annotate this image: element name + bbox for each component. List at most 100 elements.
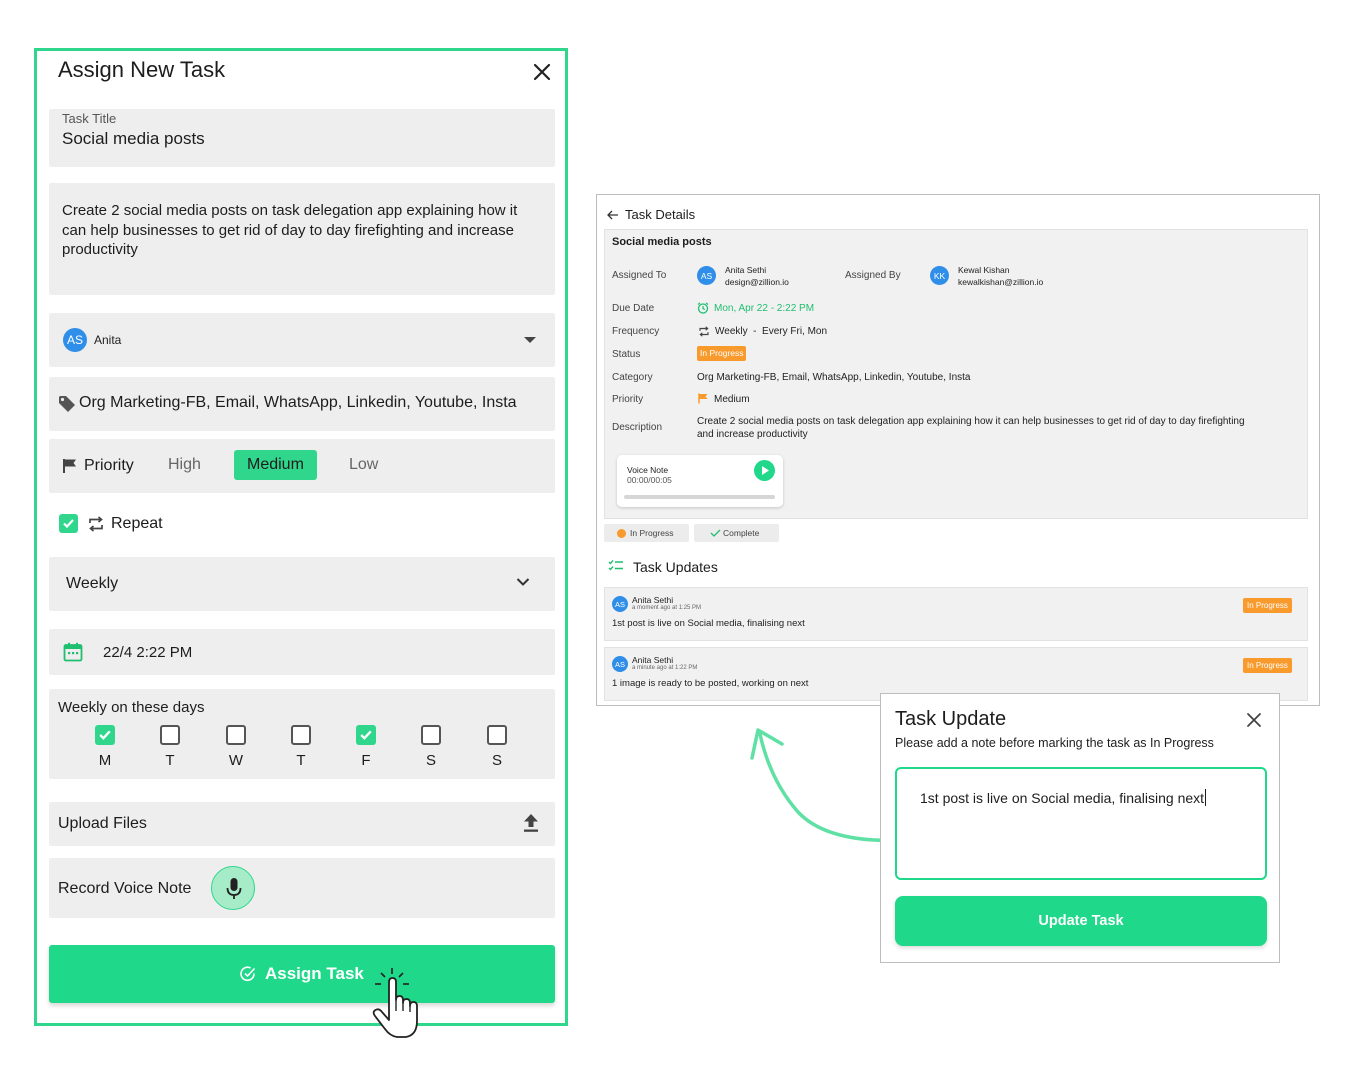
weekday-checkbox[interactable] bbox=[421, 725, 441, 745]
priority-option-medium[interactable]: Medium bbox=[234, 450, 317, 480]
assign-task-button[interactable]: Assign Task bbox=[49, 945, 555, 1003]
text-caret bbox=[1205, 789, 1207, 806]
voice-note-title: Voice Note bbox=[627, 465, 669, 475]
task-title-field[interactable]: Task Title Social media posts bbox=[49, 109, 555, 167]
voice-note-time: 00:00/00:05 bbox=[627, 475, 672, 485]
weekday-saturday[interactable]: S bbox=[419, 725, 443, 769]
weekday-checkbox[interactable] bbox=[95, 725, 115, 745]
complete-button[interactable]: Complete bbox=[694, 524, 779, 542]
frequency-select[interactable]: Weekly bbox=[49, 557, 555, 611]
repeat-toggle[interactable]: Repeat bbox=[59, 513, 359, 535]
voice-note-player: Voice Note 00:00/00:05 bbox=[617, 455, 783, 507]
due-date-value: 22/4 2:22 PM bbox=[103, 644, 193, 661]
upload-icon[interactable] bbox=[522, 813, 540, 833]
dropdown-caret-icon bbox=[524, 337, 536, 343]
weekday-wednesday[interactable]: W bbox=[224, 725, 248, 769]
alarm-icon bbox=[697, 302, 709, 314]
priority-label: Priority bbox=[84, 457, 134, 474]
weekdays-field: Weekly on these days M T W T F S S bbox=[49, 689, 555, 779]
status-label: Status bbox=[612, 349, 641, 360]
weekday-label: W bbox=[228, 752, 244, 769]
category-value: Org Marketing-FB, Email, WhatsApp, Linke… bbox=[697, 372, 971, 383]
priority-value: Medium bbox=[714, 394, 750, 405]
in-progress-button[interactable]: In Progress bbox=[604, 524, 689, 542]
voice-note-label: Record Voice Note bbox=[58, 880, 192, 897]
check-circle-icon bbox=[240, 966, 256, 982]
weekday-checkbox[interactable] bbox=[487, 725, 507, 745]
voice-note-field: Record Voice Note bbox=[49, 858, 555, 918]
weekday-sunday[interactable]: S bbox=[485, 725, 509, 769]
update-status-badge: In Progress bbox=[1243, 598, 1292, 613]
flag-icon bbox=[63, 459, 76, 473]
category-field[interactable]: Org Marketing-FB, Email, WhatsApp, Linke… bbox=[49, 377, 555, 431]
chevron-down-icon bbox=[516, 578, 530, 586]
due-date-value: Mon, Apr 22 - 2:22 PM bbox=[714, 303, 815, 314]
weekday-friday[interactable]: F bbox=[354, 725, 378, 769]
weekday-checkbox[interactable] bbox=[226, 725, 246, 745]
update-item: AS Anita Sethi a moment ago at 1:25 PM 1… bbox=[604, 587, 1308, 641]
priority-option-low[interactable]: Low bbox=[336, 450, 391, 480]
repeat-checkbox[interactable] bbox=[59, 514, 78, 533]
task-description-value: Create 2 social media posts on task dele… bbox=[62, 202, 518, 258]
close-icon[interactable] bbox=[1246, 712, 1262, 728]
checklist-icon bbox=[608, 560, 623, 571]
check-icon bbox=[710, 529, 721, 537]
assigned-by-label: Assigned By bbox=[845, 270, 901, 281]
description-line-2: and increase productivity bbox=[697, 429, 808, 440]
update-avatar: AS bbox=[612, 596, 628, 612]
play-button[interactable] bbox=[754, 460, 775, 481]
update-author: Anita Sethi bbox=[632, 595, 674, 605]
update-note-textarea[interactable]: 1st post is live on Social media, finali… bbox=[895, 767, 1267, 880]
task-update-title: Task Update bbox=[895, 708, 1007, 730]
task-update-subtitle: Please add a note before marking the tas… bbox=[895, 736, 1214, 750]
weekday-label: M bbox=[98, 752, 112, 769]
tag-icon bbox=[59, 396, 75, 412]
voice-note-progress[interactable] bbox=[624, 495, 775, 499]
play-icon bbox=[762, 466, 769, 475]
task-details-panel: Task Details Social media posts Assigned… bbox=[596, 194, 1320, 706]
weekday-label: S bbox=[425, 752, 436, 769]
priority-label: Priority bbox=[612, 394, 644, 405]
weekday-thursday[interactable]: T bbox=[289, 725, 313, 769]
priority-option-high[interactable]: High bbox=[155, 450, 214, 480]
upload-files-label: Upload Files bbox=[58, 815, 147, 832]
frequency-value: Weekly bbox=[66, 575, 119, 592]
assigned-by-name: Kewal Kishan bbox=[958, 265, 1010, 275]
close-icon[interactable] bbox=[531, 61, 553, 83]
flag-icon bbox=[698, 393, 708, 404]
assigned-to-name: Anita Sethi bbox=[725, 265, 767, 275]
assigned-to-label: Assigned To bbox=[612, 270, 667, 281]
calendar-icon bbox=[63, 642, 83, 662]
due-date-field[interactable]: 22/4 2:22 PM bbox=[49, 629, 555, 675]
task-update-dialog: Task Update Please add a note before mar… bbox=[880, 693, 1280, 963]
weekday-monday[interactable]: M bbox=[93, 725, 117, 769]
repeat-icon bbox=[699, 326, 709, 337]
hand-pointer-icon bbox=[372, 968, 418, 1038]
update-time: a moment ago at 1:25 PM bbox=[632, 605, 702, 611]
mic-icon bbox=[226, 878, 242, 899]
weekday-checkbox[interactable] bbox=[160, 725, 180, 745]
assignee-select[interactable]: AS Anita bbox=[49, 313, 555, 367]
assignee-name: Anita bbox=[94, 333, 122, 347]
repeat-icon bbox=[89, 516, 103, 532]
update-task-button[interactable]: Update Task bbox=[895, 896, 1267, 946]
weekday-checkbox[interactable] bbox=[356, 725, 376, 745]
complete-label: Complete bbox=[723, 528, 760, 538]
weekday-label: T bbox=[296, 752, 306, 769]
update-text: 1st post is live on Social media, finali… bbox=[612, 618, 805, 629]
record-mic-button[interactable] bbox=[211, 866, 255, 910]
task-updates-title: Task Updates bbox=[633, 559, 718, 575]
status-badge: In Progress bbox=[697, 346, 747, 361]
weekday-checkbox[interactable] bbox=[291, 725, 311, 745]
due-date-label: Due Date bbox=[612, 303, 655, 314]
description-line-1: Create 2 social media posts on task dele… bbox=[697, 416, 1245, 427]
assigned-by-avatar: KK bbox=[930, 266, 949, 285]
update-avatar: AS bbox=[612, 656, 628, 672]
weekday-tuesday[interactable]: T bbox=[158, 725, 182, 769]
back-arrow-icon[interactable] bbox=[607, 210, 619, 220]
repeat-label: Repeat bbox=[111, 515, 163, 532]
frequency-label: Frequency bbox=[612, 326, 660, 337]
assigned-to-avatar: AS bbox=[697, 266, 716, 285]
upload-files-field[interactable]: Upload Files bbox=[49, 802, 555, 846]
task-description-field[interactable]: Create 2 social media posts on task dele… bbox=[49, 183, 555, 295]
